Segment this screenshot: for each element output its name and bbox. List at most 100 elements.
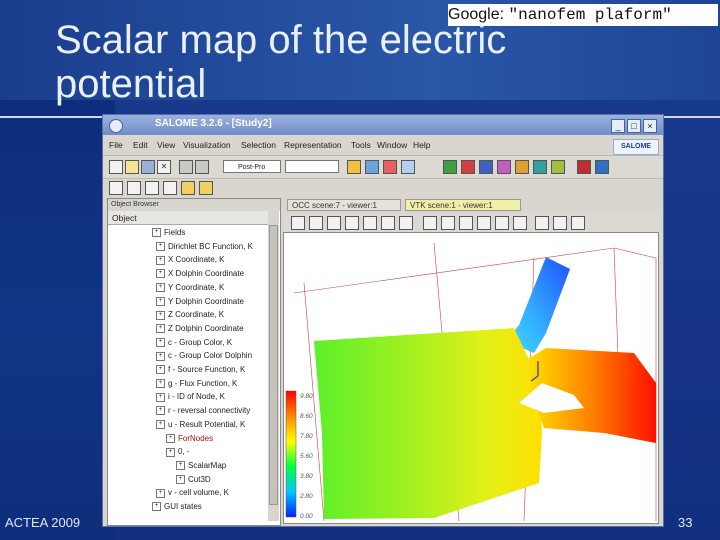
reset-view-icon[interactable] [535,216,549,230]
tree-item[interactable]: + f - Source Function, K [156,364,245,376]
expand-toggle-icon[interactable]: + [156,269,165,279]
expand-toggle-icon[interactable]: + [156,310,165,320]
tree-item[interactable]: + X Dolphin Coordinate [156,268,244,280]
tree-item[interactable]: + i - ID of Node, K [156,391,225,403]
cut-planes-icon[interactable] [479,160,493,174]
browser-scrollbar[interactable] [268,211,279,521]
import-icon[interactable] [163,181,177,195]
tab-vtk-viewer[interactable]: VTK scene:1 - viewer:1 [405,199,521,211]
expand-toggle-icon[interactable]: + [156,324,165,334]
scalar-map-icon[interactable] [443,160,457,174]
menu-file[interactable]: File [109,140,123,150]
tree-item[interactable]: + c - Group Color, K [156,337,232,349]
module-combo[interactable]: Post-Pro [223,160,281,173]
deformed-shape-icon[interactable] [551,160,565,174]
maximize-button[interactable]: □ [627,119,641,133]
tree-item[interactable]: + Y Dolphin Coordinate [156,296,244,308]
close-button[interactable]: × [643,119,657,133]
copy-icon[interactable] [179,160,193,174]
tree-item[interactable]: + Dirichlet BC Function, K [156,241,253,253]
object-browser-tab[interactable]: Object Browser [108,199,280,211]
expand-toggle-icon[interactable]: + [156,283,165,293]
pan-icon[interactable] [363,216,377,230]
expand-toggle-icon[interactable]: + [156,379,165,389]
select-icon[interactable] [109,181,123,195]
plot-3d-icon[interactable] [577,160,591,174]
new-document-icon[interactable] [109,160,123,174]
post-pro-module-icon[interactable] [383,160,397,174]
zoom-icon[interactable] [345,216,359,230]
left-view-icon[interactable] [495,216,509,230]
global-pan-icon[interactable] [381,216,395,230]
expand-toggle-icon[interactable]: + [166,447,175,457]
tab-occ-viewer[interactable]: OCC scene:7 - viewer:1 [287,199,401,211]
menu-selection[interactable]: Selection [241,140,276,150]
tree-item[interactable]: + g - Flux Function, K [156,378,237,390]
supervisor-module-icon[interactable] [401,160,415,174]
stream-lines-icon[interactable] [533,160,547,174]
expand-toggle-icon[interactable]: + [176,461,185,471]
expand-toggle-icon[interactable]: + [152,228,161,238]
tree-item[interactable]: + X Coordinate, K [156,254,224,266]
export-icon[interactable] [181,181,195,195]
expand-toggle-icon[interactable]: + [156,255,165,265]
tree-item[interactable]: + Fields [152,227,185,239]
expand-toggle-icon[interactable]: + [156,392,165,402]
tree-item[interactable]: + u - Result Potential, K [156,419,245,431]
menu-help[interactable]: Help [413,140,430,150]
mesh-module-icon[interactable] [365,160,379,174]
expand-toggle-icon[interactable]: + [156,351,165,361]
bottom-view-icon[interactable] [477,216,491,230]
iso-surfaces-icon[interactable] [461,160,475,174]
menu-view[interactable]: View [157,140,175,150]
dump-view-icon[interactable] [291,216,305,230]
menu-tools[interactable]: Tools [351,140,371,150]
top-view-icon[interactable] [459,216,473,230]
close-document-icon[interactable]: ✕ [157,160,171,174]
expand-toggle-icon[interactable]: + [156,420,165,430]
expand-toggle-icon[interactable]: + [152,502,161,512]
minimize-button[interactable]: _ [611,119,625,133]
fit-area-icon[interactable] [327,216,341,230]
vectors-icon[interactable] [515,160,529,174]
expand-toggle-icon[interactable]: + [156,365,165,375]
save-icon[interactable] [141,160,155,174]
cut-lines-icon[interactable] [497,160,511,174]
menu-representation[interactable]: Representation [284,140,342,150]
expand-toggle-icon[interactable]: + [156,406,165,416]
dump-icon[interactable] [199,181,213,195]
expand-toggle-icon[interactable]: + [156,242,165,252]
menu-visualization[interactable]: Visualization [183,140,231,150]
right-view-icon[interactable] [513,216,527,230]
paste-icon[interactable] [195,160,209,174]
tree-item[interactable]: + r - reversal connectivity [156,405,250,417]
object-column-header[interactable]: Object [108,211,268,225]
tree-item[interactable]: + c - Group Color Dolphin [156,350,252,362]
tree-item[interactable]: + v - cell volume, K [156,487,229,499]
expand-toggle-icon[interactable]: + [156,488,165,498]
tree-item[interactable]: + ForNodes [166,433,213,445]
tree-item[interactable]: + Cut3D [176,474,211,486]
menu-window[interactable]: Window [377,140,407,150]
browser-scroll-thumb[interactable] [269,225,278,505]
tree-item[interactable]: + ScalarMap [176,460,226,472]
front-view-icon[interactable] [423,216,437,230]
scaling-icon[interactable] [571,216,585,230]
window-menu-button[interactable] [109,119,123,133]
pointer-icon[interactable] [127,181,141,195]
expand-toggle-icon[interactable]: + [176,474,185,484]
fit-all-icon[interactable] [309,216,323,230]
expand-toggle-icon[interactable]: + [156,337,165,347]
tree-item[interactable]: + GUI states [152,501,202,513]
tree-item[interactable]: + Z Coordinate, K [156,309,224,321]
geometry-module-icon[interactable] [347,160,361,174]
expand-toggle-icon[interactable]: + [166,433,175,443]
vtk-viewer-canvas[interactable]: 9.80 8.60 7.80 5.60 3.80 2.80 0.00 [283,232,659,524]
clone-view-icon[interactable] [553,216,567,230]
menu-edit[interactable]: Edit [133,140,148,150]
open-folder-icon[interactable] [125,160,139,174]
rotate-icon[interactable] [399,216,413,230]
back-view-icon[interactable] [441,216,455,230]
selection-filter-icon[interactable] [145,181,159,195]
component-combo[interactable] [285,160,339,173]
